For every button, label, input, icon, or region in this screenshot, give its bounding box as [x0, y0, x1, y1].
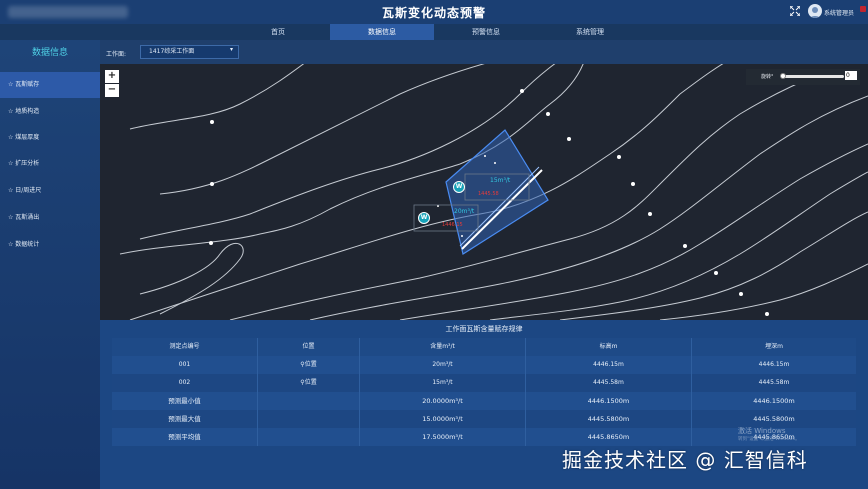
chevron-down-icon: ▾ — [230, 46, 234, 53]
column-header: 标高m — [526, 338, 692, 356]
column-header: 埋深m — [765, 343, 783, 350]
rotate-slider-handle[interactable] — [780, 73, 786, 79]
table-header-row: 测定点编号 位置 含量m³/t 标高m 埋深m — [112, 338, 856, 356]
tab-home[interactable]: 首页 — [228, 24, 328, 40]
sidebar-item-gas-occurrence[interactable]: ☆ 瓦斯赋存 — [0, 72, 100, 98]
watermark: 掘金技术社区 @ 汇智信科 — [562, 448, 808, 472]
table-cell: 002 — [112, 374, 258, 392]
table-cell: 15.0000m³/t — [360, 410, 526, 428]
gas-point-marker-icon[interactable]: W — [418, 212, 430, 224]
tab-system-management[interactable]: 系统管理 — [538, 24, 642, 40]
sidebar-item-coal-thickness[interactable]: ☆ 煤层厚度 — [0, 125, 100, 151]
table-cell: 4446.15m — [526, 356, 692, 374]
location-label: 位置 — [304, 361, 317, 368]
workface-label: 工作面: — [106, 51, 127, 58]
fullscreen-icon[interactable] — [790, 6, 800, 16]
table-cell: 20m³/t — [360, 356, 526, 374]
user-avatar[interactable] — [808, 4, 822, 18]
main-nav — [0, 24, 868, 40]
location-label: 位置 — [304, 379, 317, 386]
sidebar-item-geological-structure[interactable]: ☆ 地质构造 — [0, 99, 100, 125]
table-cell: 预测最大值 — [112, 410, 258, 428]
table-cell: 4446.1500m — [753, 397, 795, 405]
zoom-in-button[interactable]: + — [105, 70, 119, 83]
gas-point-marker-icon[interactable]: W — [453, 181, 465, 193]
column-header: 含量m³/t — [360, 338, 526, 356]
sidebar-item-data-statistics[interactable]: ☆ 数据统计 — [0, 232, 100, 258]
location-link[interactable]: ⚲位置 — [258, 374, 360, 392]
sidebar-item-daily-weekly-footage[interactable]: ☆ 日/周进尺 — [0, 178, 100, 204]
marker-sublabel: 1446.15 — [442, 222, 463, 228]
table-row[interactable]: 002 ⚲位置 15m³/t 4445.58m 4445.58m — [112, 374, 856, 392]
table-cell: 4445.58m — [526, 374, 692, 392]
activate-windows-notice: 激活 Windows — [738, 427, 786, 435]
column-header: 测定点编号 — [112, 338, 258, 356]
table-cell — [258, 410, 360, 428]
table-title: 工作面瓦斯含量赋存规律 — [445, 325, 523, 333]
table-cell: 17.5000m³/t — [360, 428, 526, 446]
table-cell — [258, 392, 360, 410]
user-name[interactable]: 系统管理员 — [824, 8, 854, 17]
activate-windows-subtext: 转到"设置"以激活 Windows。 — [738, 437, 800, 442]
table-cell: 15m³/t — [360, 374, 526, 392]
table-cell: 001 — [112, 356, 258, 374]
zoom-out-button[interactable]: − — [105, 84, 119, 97]
table-cell: 20.0000m³/t — [360, 392, 526, 410]
tab-data-info[interactable]: 数据信息 — [330, 24, 434, 40]
workface-select[interactable]: 1417综采工作面 — [140, 45, 239, 59]
rotate-slider[interactable] — [782, 75, 844, 78]
rotate-value-input[interactable]: 0 — [845, 71, 857, 80]
notification-mark — [860, 6, 866, 12]
sidebar-item-pressure-analysis[interactable]: ☆ 扩压分析 — [0, 151, 100, 177]
table-cell: 预测最小值 — [112, 392, 258, 410]
table-cell — [258, 428, 360, 446]
sidebar-item-gas-emission[interactable]: ☆ 瓦斯涌出 — [0, 205, 100, 231]
table-cell: 4446.1500m — [526, 392, 692, 410]
marker-sublabel: 1445.58 — [478, 191, 499, 197]
rotate-label: 旋转° — [761, 74, 774, 80]
tab-warning-info[interactable]: 预警信息 — [436, 24, 536, 40]
table-row[interactable]: 001 ⚲位置 20m³/t 4446.15m 4446.15m — [112, 356, 856, 374]
location-link[interactable]: ⚲位置 — [258, 356, 360, 374]
table-cell: 4445.5800m — [526, 410, 692, 428]
sidebar-title: 数据信息 — [31, 48, 68, 58]
app-title: 瓦斯变化动态预警 — [381, 6, 486, 20]
table-cell: 4445.58m — [758, 379, 790, 386]
stat-row-min: 预测最小值 20.0000m³/t 4446.1500m 4446.1500m — [112, 392, 856, 410]
table-cell: 4446.15m — [758, 361, 790, 368]
table-cell: 预测平均值 — [112, 428, 258, 446]
marker-label: 20m³/t — [454, 208, 475, 215]
column-header: 位置 — [258, 338, 360, 356]
marker-label: 15m³/t — [490, 177, 511, 184]
